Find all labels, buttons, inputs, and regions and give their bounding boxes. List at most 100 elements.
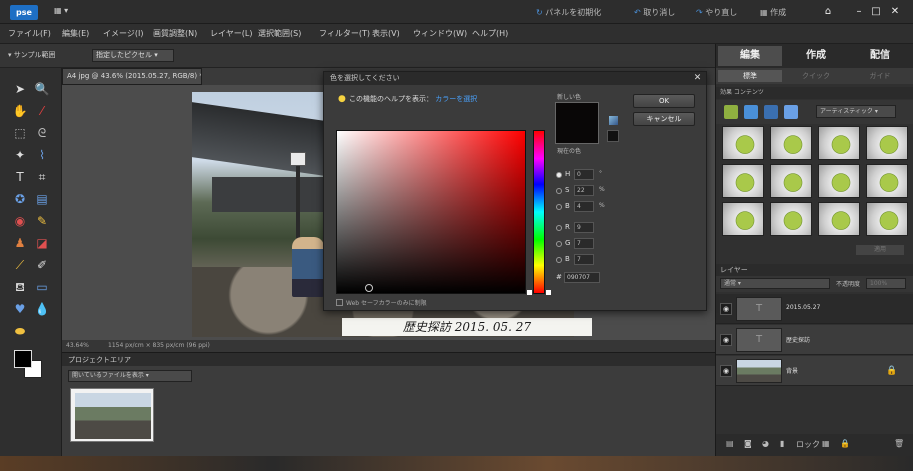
visibility-eye-icon[interactable]: ◉ <box>720 303 732 315</box>
apply-effect-button[interactable]: 適用 <box>856 245 904 255</box>
menu-image[interactable]: イメージ(I) <box>103 28 143 39</box>
hue-input[interactable]: 0 <box>574 169 594 180</box>
help-link[interactable]: カラーを選択 <box>435 95 477 103</box>
sponge-tool-icon[interactable]: ⬬ <box>10 322 30 340</box>
lasso-tool-icon[interactable]: ᘓ <box>32 124 52 142</box>
lock-pixels-icon[interactable]: ▦ <box>822 439 830 448</box>
web-only-option[interactable]: Web セーフカラーのみに制限 <box>336 298 427 307</box>
undo-button[interactable]: ↶ 取り消し <box>634 5 675 20</box>
effect-thumb[interactable] <box>866 164 908 198</box>
project-files-select[interactable]: 開いているファイルを表示 ▾ <box>68 370 192 382</box>
web-safe-swatch[interactable] <box>607 130 619 142</box>
paint-bucket-tool-icon[interactable]: ⛾ <box>10 278 30 296</box>
opacity-field[interactable]: 100% <box>866 278 906 289</box>
red-eye-tool-icon[interactable]: ◉ <box>10 212 30 230</box>
new-layer-icon[interactable]: ▤ <box>726 439 734 448</box>
menu-edit[interactable]: 編集(E) <box>62 28 89 39</box>
straighten-tool-icon[interactable]: ▤ <box>32 190 52 208</box>
tab-create[interactable]: 作成 <box>784 46 848 66</box>
menu-view[interactable]: 表示(V) <box>372 28 400 39</box>
effect-thumb[interactable] <box>866 126 908 160</box>
menu-file[interactable]: ファイル(F) <box>8 28 51 39</box>
smart-brush-tool-icon[interactable]: ✐ <box>32 256 52 274</box>
maximize-button[interactable]: □ <box>869 4 883 20</box>
hue-radio[interactable] <box>556 172 562 178</box>
redo-button[interactable]: ↷ やり直し <box>696 5 737 20</box>
lock-all-icon[interactable]: 🔒 <box>840 439 850 448</box>
gradient-tool-icon[interactable]: ▭ <box>32 278 52 296</box>
layer-styles-icon[interactable] <box>744 105 758 119</box>
effect-thumb[interactable] <box>770 126 812 160</box>
saturation-input[interactable]: 22 <box>574 185 594 196</box>
visibility-eye-icon[interactable]: ◉ <box>720 365 732 377</box>
effect-thumb[interactable] <box>818 164 860 198</box>
shape-tool-icon[interactable]: ♥ <box>10 300 30 318</box>
menu-filter[interactable]: フィルター(T) <box>319 28 370 39</box>
green-input[interactable]: 7 <box>574 238 594 249</box>
reset-panels-button[interactable]: ↻ パネルを初期化 <box>536 5 601 20</box>
filters-icon[interactable] <box>724 105 738 119</box>
cancel-button[interactable]: キャンセル <box>633 112 695 126</box>
eyedropper-tool-icon[interactable]: ⁄ <box>32 102 52 120</box>
create-menu-button[interactable]: ▦ 作成 <box>760 5 786 20</box>
hue-slider-right-arrow[interactable] <box>546 290 551 295</box>
brush-tool-icon[interactable]: ⟋ <box>10 256 30 274</box>
adjustment-layer-icon[interactable]: ◕ <box>762 439 769 448</box>
selection-brush-tool-icon[interactable]: ⌇ <box>32 146 52 164</box>
link-layers-icon[interactable]: ▮ <box>780 439 784 448</box>
blend-mode-select[interactable]: 通常 ▾ <box>720 278 830 289</box>
effect-thumb[interactable] <box>722 202 764 236</box>
subtab-quick[interactable]: クイック <box>784 70 848 82</box>
magic-wand-tool-icon[interactable]: ✦ <box>10 146 30 164</box>
document-tab[interactable]: A4 jpg @ 43.6% (2015.05.27, RGB/8) * × <box>62 68 202 85</box>
blue-radio[interactable] <box>556 257 562 263</box>
effects-panel-header[interactable]: 効果 コンテンツ <box>716 87 913 99</box>
dialog-close-icon[interactable]: ✕ <box>692 73 703 84</box>
layer-row[interactable]: ◉ 背景 🔒 <box>716 356 913 386</box>
visibility-eye-icon[interactable]: ◉ <box>720 334 732 346</box>
app-menu-button[interactable]: ▦ ▾ <box>54 6 72 18</box>
web-safe-cube-icon[interactable] <box>609 116 618 125</box>
marquee-tool-icon[interactable]: ⬚ <box>10 124 30 142</box>
brightness-radio[interactable] <box>556 204 562 210</box>
green-radio[interactable] <box>556 241 562 247</box>
subtab-full[interactable]: 標準 <box>718 70 782 82</box>
clone-stamp-tool-icon[interactable]: ♟ <box>10 234 30 252</box>
delete-layer-icon[interactable]: 🗑 <box>894 439 904 448</box>
effect-thumb[interactable] <box>818 126 860 160</box>
subtab-guided[interactable]: ガイド <box>848 70 912 82</box>
effect-thumb[interactable] <box>866 202 908 236</box>
tab-edit[interactable]: 編集 <box>718 46 782 66</box>
home-icon[interactable]: ⌂ <box>820 4 836 20</box>
hue-slider-left-arrow[interactable] <box>527 290 532 295</box>
healing-brush-tool-icon[interactable]: ✎ <box>32 212 52 230</box>
effect-thumb[interactable] <box>722 164 764 198</box>
menu-layer[interactable]: レイヤー(L) <box>210 28 252 39</box>
minimize-button[interactable]: – <box>852 4 866 20</box>
ok-button[interactable]: OK <box>633 94 695 108</box>
web-only-checkbox[interactable] <box>336 299 343 306</box>
project-thumbnail[interactable] <box>70 388 154 442</box>
saturation-radio[interactable] <box>556 188 562 194</box>
new-group-icon[interactable]: ◙ <box>744 439 752 448</box>
zoom-tool-icon[interactable]: 🔍 <box>32 80 52 98</box>
layer-row[interactable]: ◉ T 歴史探訪 <box>716 325 913 355</box>
hex-input[interactable]: 090707 <box>564 272 600 283</box>
red-radio[interactable] <box>556 225 562 231</box>
red-input[interactable]: 9 <box>574 222 594 233</box>
sample-size-select[interactable]: 指定したピクセル ▾ <box>92 49 174 62</box>
foreground-color-swatch-top[interactable] <box>14 350 32 368</box>
menu-select[interactable]: 選択範囲(S) <box>258 28 301 39</box>
tab-share[interactable]: 配信 <box>848 46 912 66</box>
menu-enhance[interactable]: 画質調整(N) <box>153 28 197 39</box>
crop-tool-icon[interactable]: ⌗ <box>32 168 52 186</box>
effect-thumb[interactable] <box>770 202 812 236</box>
layers-panel-header[interactable]: レイヤー <box>716 264 913 276</box>
menu-window[interactable]: ウィンドウ(W) <box>413 28 467 39</box>
menu-help[interactable]: ヘルプ(H) <box>472 28 508 39</box>
saturation-brightness-field[interactable] <box>336 130 526 294</box>
photo-effects-icon[interactable] <box>764 105 778 119</box>
move-tool-icon[interactable]: ➤ <box>10 80 30 98</box>
hand-tool-icon[interactable]: ✋ <box>10 102 30 120</box>
all-effects-icon[interactable] <box>784 105 798 119</box>
